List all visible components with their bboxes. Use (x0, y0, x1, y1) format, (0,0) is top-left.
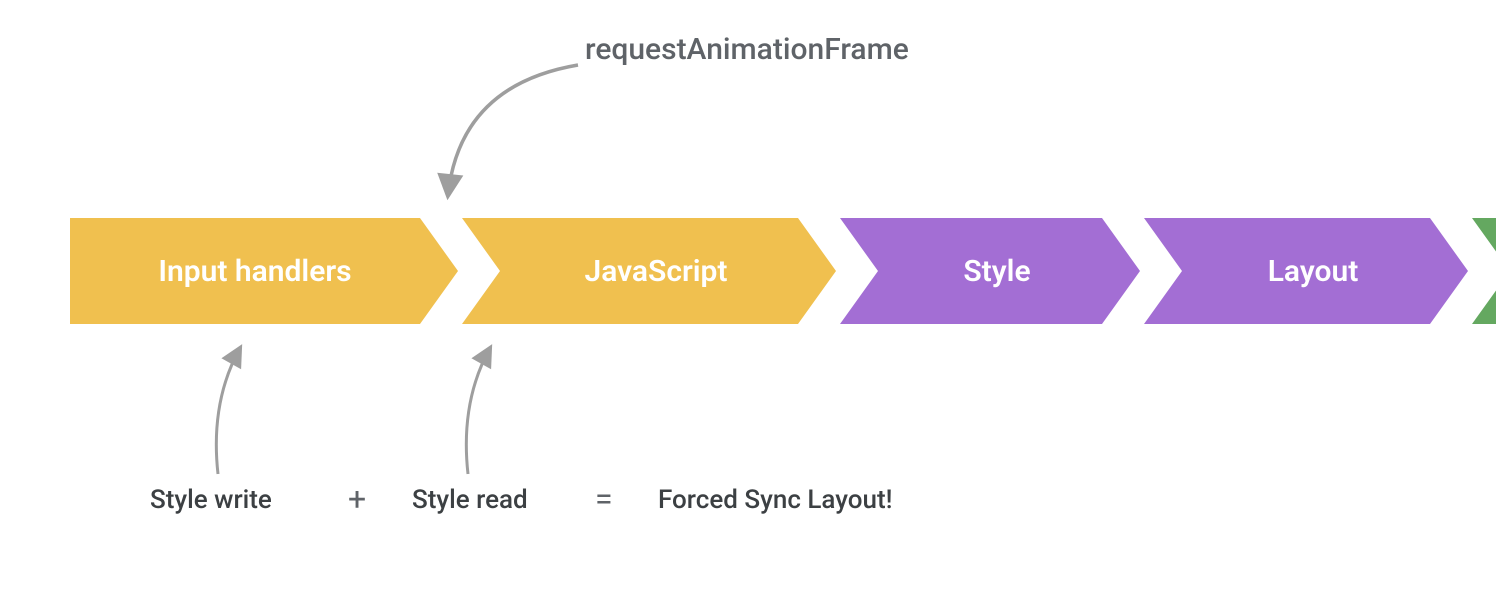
stage-label: Style (963, 254, 1030, 289)
stage-layout: Layout (1144, 218, 1468, 324)
arrow-stylewrite-to-input (190, 342, 310, 482)
stage-label: Input handlers (158, 254, 351, 289)
stage-paint: Paint (1472, 218, 1496, 324)
diagram-canvas: requestAnimationFrame Input handlers Jav… (0, 0, 1496, 605)
label-forced-sync-layout: Forced Sync Layout! (658, 485, 893, 515)
stage-label: Layout (1268, 254, 1359, 289)
stage-style: Style (840, 218, 1140, 324)
arrow-styleread-to-js (440, 342, 560, 482)
label-equals: = (595, 480, 613, 518)
label-style-write: Style write (150, 485, 272, 515)
label-raf: requestAnimationFrame (585, 32, 909, 67)
stage-javascript: JavaScript (462, 218, 836, 324)
stage-label: JavaScript (584, 254, 727, 289)
arrow-raf-to-js (400, 55, 600, 215)
stage-input-handlers: Input handlers (70, 218, 458, 324)
label-style-read: Style read (412, 485, 528, 515)
label-plus: + (348, 480, 366, 518)
pipeline-row: Input handlers JavaScript Style Layout P… (70, 218, 1496, 324)
